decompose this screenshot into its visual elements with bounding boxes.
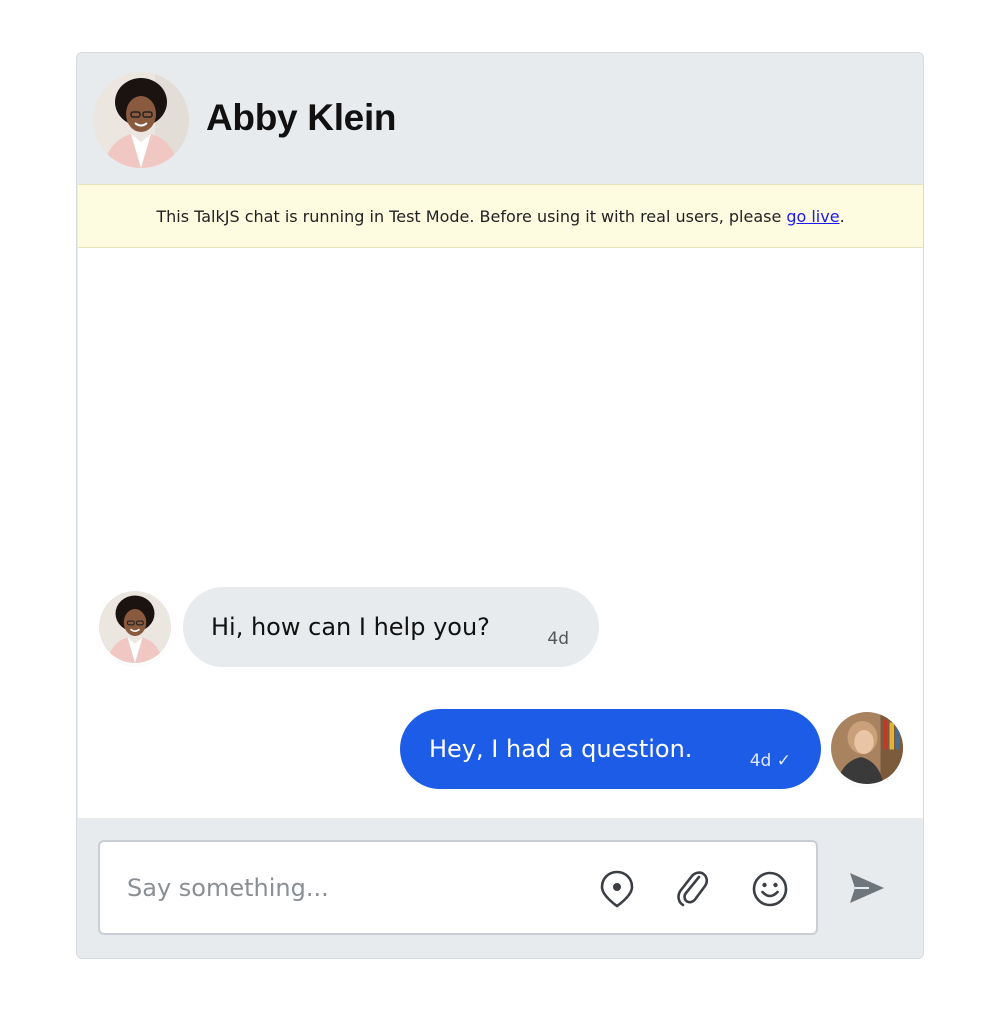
smiley-icon[interactable]	[750, 869, 790, 909]
go-live-link[interactable]: go live	[786, 207, 839, 226]
message-input[interactable]: Say something...	[98, 840, 818, 935]
message-text: Hey, I had a question.	[429, 735, 693, 763]
contact-name: Abby Klein	[206, 97, 397, 138]
outgoing-avatar	[831, 712, 903, 784]
message-time: 4d ✓	[749, 751, 791, 771]
message-bubble-incoming[interactable]: Hi, how can I help you? 4d	[183, 587, 599, 667]
message-bubble-outgoing[interactable]: Hey, I had a question. 4d ✓	[400, 709, 821, 789]
test-mode-banner: This TalkJS chat is running in Test Mode…	[78, 184, 923, 248]
contact-avatar[interactable]	[93, 72, 189, 168]
banner-trailing: .	[839, 206, 845, 226]
message-text: Hi, how can I help you?	[211, 613, 490, 641]
message-list[interactable]: Hi, how can I help you? 4d Hey, I had a …	[78, 248, 923, 818]
composer: Say something...	[77, 818, 923, 958]
message-time: 4d	[547, 629, 569, 649]
message-input-placeholder: Say something...	[127, 874, 329, 902]
banner-text: This TalkJS chat is running in Test Mode…	[156, 206, 782, 226]
chat-header: Abby Klein	[77, 53, 923, 183]
paperclip-icon[interactable]	[672, 869, 712, 909]
location-pin-icon[interactable]	[597, 869, 637, 909]
chat-window: Abby Klein This TalkJS chat is running i…	[76, 52, 924, 959]
incoming-avatar	[99, 591, 171, 663]
send-arrow-icon[interactable]	[845, 866, 889, 910]
